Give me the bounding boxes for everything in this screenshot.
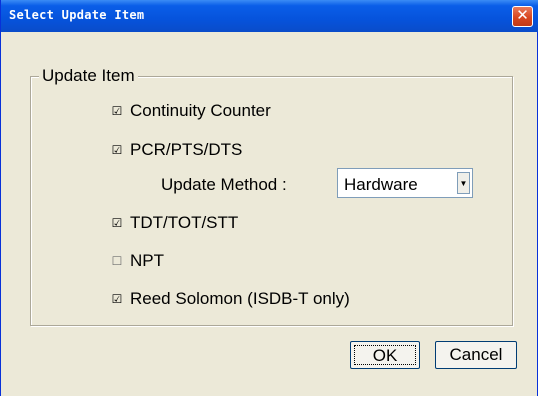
close-icon: ✕ <box>516 7 529 24</box>
checkbox-checked-icon: ☑ <box>111 104 123 118</box>
checkbox-label: Continuity Counter <box>130 101 271 120</box>
checkbox-pcr-pts-dts[interactable]: ☑ PCR/PTS/DTS <box>111 140 243 160</box>
window-title: Select Update Item <box>9 8 145 22</box>
close-button[interactable]: ✕ <box>512 6 533 27</box>
checkbox-checked-icon: ☑ <box>111 143 123 157</box>
update-method-label: Update Method : <box>161 175 287 194</box>
checkbox-unchecked-icon: ☐ <box>111 254 123 268</box>
cancel-button-label: Cancel <box>449 345 503 364</box>
checkbox-npt[interactable]: ☐ NPT <box>111 251 164 271</box>
checkbox-label: TDT/TOT/STT <box>130 213 239 232</box>
checkbox-checked-icon: ☑ <box>111 292 123 306</box>
checkbox-reed-solomon[interactable]: ☑ Reed Solomon (ISDB-T only) <box>111 289 350 309</box>
cancel-button[interactable]: Cancel <box>435 341 517 369</box>
ok-button-focus-rect: OK <box>354 345 416 365</box>
checkbox-label: Reed Solomon (ISDB-T only) <box>130 289 350 308</box>
dialog-window: Select Update Item ✕ Update Item ☑ Contin… <box>0 0 538 396</box>
update-method-select[interactable]: Hardware ▼ <box>337 168 473 198</box>
checkbox-label: PCR/PTS/DTS <box>130 140 243 159</box>
update-method-value: Hardware <box>344 175 418 194</box>
groupbox-label: Update Item <box>39 66 138 86</box>
ok-button[interactable]: OK <box>350 341 420 369</box>
ok-button-label: OK <box>372 346 398 365</box>
checkbox-continuity-counter[interactable]: ☑ Continuity Counter <box>111 101 271 121</box>
title-bar[interactable]: Select Update Item ✕ <box>1 0 538 32</box>
checkbox-checked-icon: ☑ <box>111 216 123 230</box>
checkbox-label: NPT <box>130 251 164 270</box>
checkbox-tdt-tot-stt[interactable]: ☑ TDT/TOT/STT <box>111 213 239 233</box>
chevron-down-icon[interactable]: ▼ <box>457 172 470 194</box>
